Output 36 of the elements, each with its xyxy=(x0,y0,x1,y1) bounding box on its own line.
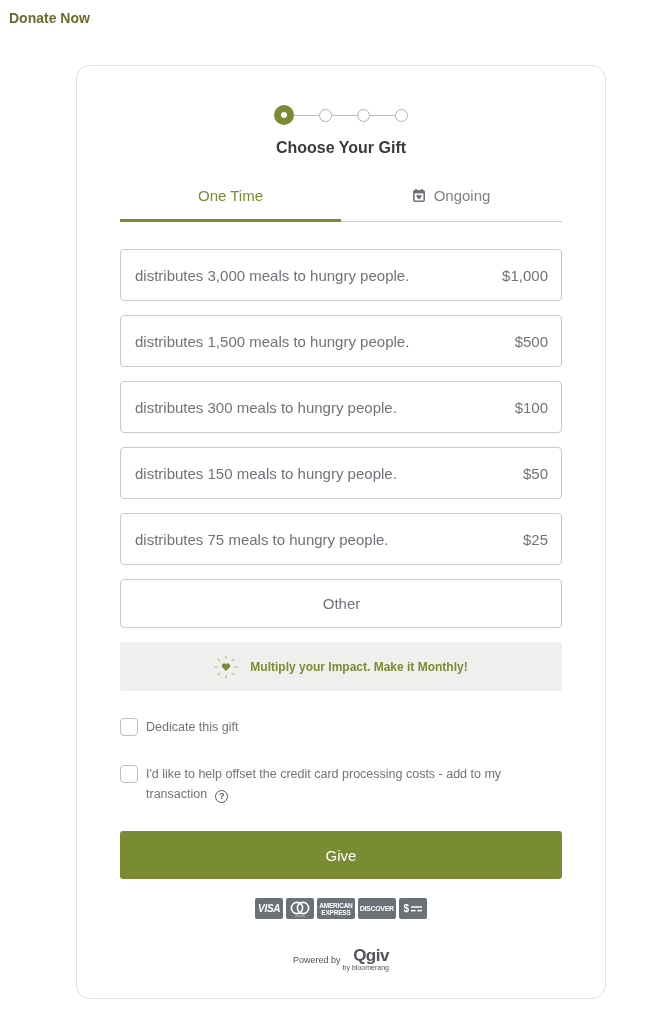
gift-option[interactable]: distributes 3,000 meals to hungry people. $1,000 xyxy=(120,249,562,301)
option-description: distributes 1,500 meals to hungry people. xyxy=(135,332,410,350)
option-description: distributes 300 meals to hungry people. xyxy=(135,398,397,416)
monthly-banner-text: Multiply your Impact. Make it Monthly! xyxy=(250,659,468,674)
powered-by-label: Powered by xyxy=(293,954,341,965)
gift-option[interactable]: distributes 1,500 meals to hungry people. $500 xyxy=(120,315,562,367)
check-payment-icon: $ xyxy=(398,898,427,919)
step-title: Choose Your Gift xyxy=(275,138,407,158)
sparkle-heart-icon xyxy=(214,654,239,679)
page-title: Donate Now xyxy=(9,10,90,27)
visa-card-icon: VISA xyxy=(255,898,284,919)
option-amount: $50 xyxy=(522,464,548,482)
other-amount-option[interactable]: Other xyxy=(120,579,562,628)
step-connector xyxy=(370,114,395,116)
gift-option[interactable]: distributes 300 meals to hungry people. $100 xyxy=(120,381,562,433)
option-description: distributes 150 meals to hungry people. xyxy=(135,464,397,482)
monthly-banner[interactable]: Multiply your Impact. Make it Monthly! xyxy=(120,642,562,691)
gift-option[interactable]: distributes 150 meals to hungry people. $50 xyxy=(120,447,562,499)
tab[interactable]: Ongoing xyxy=(341,175,562,222)
mastercard-icon xyxy=(286,898,315,919)
step-connector xyxy=(294,114,319,116)
checkbox-label: I'd like to help offset the credit card processing costs - add to my transaction ? xyxy=(146,766,503,804)
checkbox[interactable] xyxy=(120,718,138,736)
option-amount: $25 xyxy=(522,530,548,548)
option-amount: $500 xyxy=(514,332,548,350)
option-description: distributes 3,000 meals to hungry people. xyxy=(135,266,410,284)
checkbox[interactable] xyxy=(120,765,138,783)
checkbox-label: Dedicate this gift xyxy=(146,719,239,736)
calendar-icon xyxy=(412,188,425,202)
option-amount: $100 xyxy=(514,398,548,416)
step-connector xyxy=(332,114,357,116)
tab[interactable]: One Time xyxy=(120,175,341,222)
option-description: distributes 75 meals to hungry people. xyxy=(135,530,389,548)
gift-option[interactable]: distributes 75 meals to hungry people. $25 xyxy=(120,513,562,565)
give-button[interactable]: Give xyxy=(120,831,562,879)
option-amount: $1,000 xyxy=(502,266,548,284)
